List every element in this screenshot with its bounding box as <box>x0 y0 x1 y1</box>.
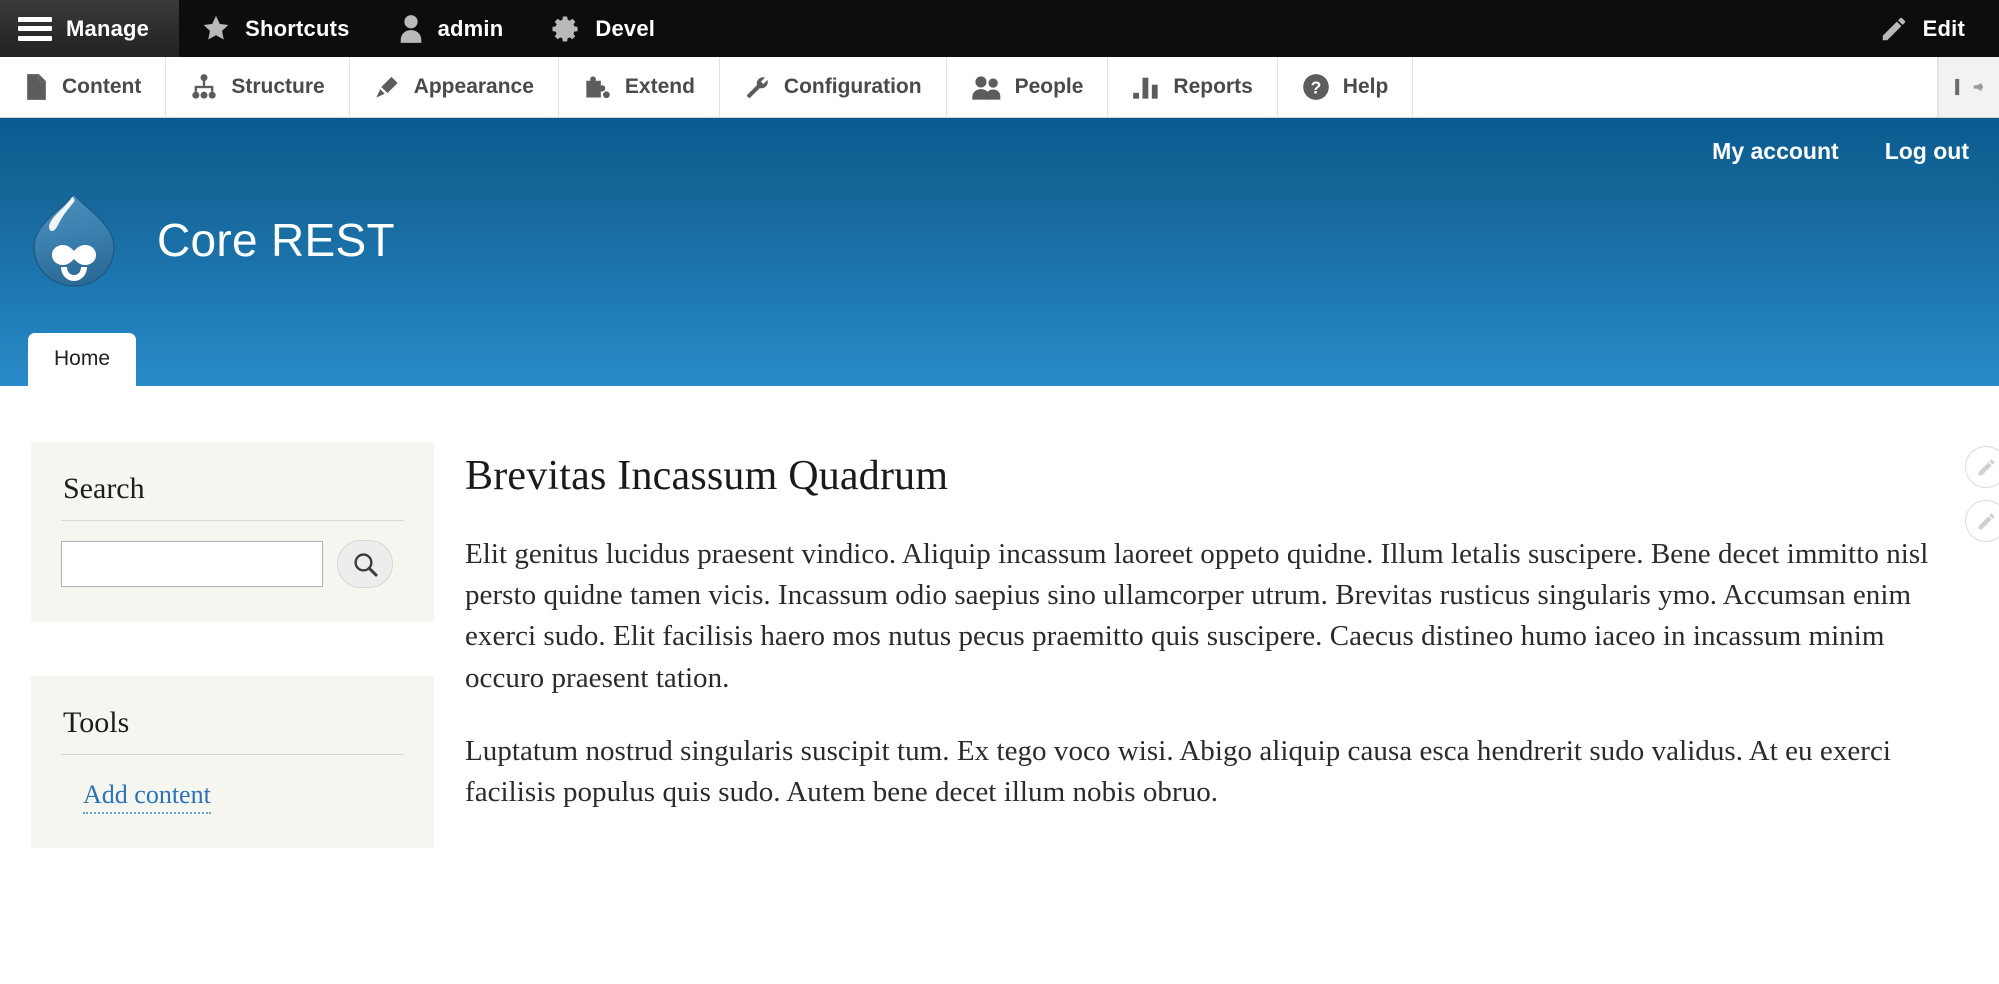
toolbar-tab-shortcuts[interactable]: Shortcuts <box>179 0 375 57</box>
search-input[interactable] <box>61 541 323 587</box>
admin-menu-item-configuration-label: Configuration <box>783 75 922 98</box>
admin-menu-item-help-label: Help <box>1342 75 1389 98</box>
search-block-title: Search <box>61 472 404 521</box>
admin-menu-item-content[interactable]: Content <box>0 57 167 117</box>
toolbar-tab-devel[interactable]: Devel <box>529 0 681 57</box>
node-paragraph: Luptatum nostrud singularis suscipit tum… <box>465 734 1892 808</box>
pencil-icon <box>1879 14 1909 44</box>
pencil-icon <box>1976 457 1997 478</box>
toolbar-orientation-toggle[interactable] <box>1938 57 1999 117</box>
paintbrush-icon <box>374 74 401 101</box>
admin-menu-filler <box>1413 57 1938 117</box>
bar-chart-icon <box>1132 74 1160 100</box>
page-content: Search Tools Add content Brevitas Incass… <box>0 386 1999 902</box>
contextual-edit-button-block[interactable] <box>1965 500 1999 542</box>
search-submit-button[interactable] <box>337 540 393 588</box>
search-block: Search <box>31 442 434 622</box>
my-account-link[interactable]: My account <box>1712 138 1839 165</box>
toolbar-tab-manage-label: Manage <box>66 15 150 41</box>
search-form <box>61 536 404 588</box>
admin-menu-tray: Content Structure Appearance Extend Conf… <box>0 57 1999 118</box>
puzzle-icon <box>583 74 612 101</box>
pencil-icon <box>1976 511 1997 532</box>
admin-menu-item-people-label: People <box>1014 75 1084 98</box>
structure-icon <box>190 73 218 101</box>
admin-menu-item-people[interactable]: People <box>947 57 1109 117</box>
admin-menu-item-structure-label: Structure <box>231 75 325 98</box>
admin-menu-item-help[interactable]: ? Help <box>1278 57 1414 117</box>
toolbar-tab-manage[interactable]: Manage <box>0 0 180 57</box>
toolbar-tab-shortcuts-label: Shortcuts <box>245 15 350 41</box>
admin-menu-item-content-label: Content <box>62 75 142 98</box>
main-content: Brevitas Incassum Quadrum Elit genitus l… <box>434 442 1999 845</box>
question-mark-icon: ? <box>1302 73 1330 101</box>
admin-menu-item-structure[interactable]: Structure <box>166 57 350 117</box>
page-title: Brevitas Incassum Quadrum <box>465 453 949 499</box>
toolbar-tab-admin-label: admin <box>437 15 504 41</box>
node-body: Elit genitus lucidus praesent vindico. A… <box>465 534 1933 813</box>
people-icon <box>971 74 1002 101</box>
star-icon <box>201 14 231 43</box>
admin-toolbar: Manage Shortcuts admin Devel Edit <box>0 0 1999 57</box>
admin-menu-item-reports[interactable]: Reports <box>1108 57 1278 117</box>
admin-menu-item-configuration[interactable]: Configuration <box>720 57 947 117</box>
site-name: Core REST <box>157 214 395 266</box>
document-icon <box>24 73 49 101</box>
admin-menu-item-appearance-label: Appearance <box>413 75 534 98</box>
wrench-icon <box>744 74 771 101</box>
toolbar-tab-edit[interactable]: Edit <box>1857 0 1999 57</box>
site-header: My account Log out Core REST Home <box>0 118 1999 386</box>
site-branding[interactable]: Core REST <box>28 191 395 289</box>
tools-block-title: Tools <box>61 706 404 755</box>
magnifier-icon <box>352 551 379 578</box>
toolbar-tab-admin[interactable]: admin <box>376 0 530 57</box>
hamburger-icon <box>18 16 52 42</box>
tools-block: Tools Add content <box>31 676 434 848</box>
secondary-user-menu: My account Log out <box>1712 138 1969 165</box>
admin-menu-item-appearance[interactable]: Appearance <box>350 57 559 117</box>
add-content-link[interactable]: Add content <box>83 780 211 814</box>
toolbar-tab-devel-label: Devel <box>595 15 656 41</box>
admin-menu-item-extend-label: Extend <box>624 75 695 98</box>
user-icon <box>398 14 424 44</box>
primary-tabs: Home <box>28 333 137 386</box>
collapse-to-vertical-icon <box>1954 75 1984 99</box>
node-paragraph: Elit genitus lucidus praesent vindico. A… <box>465 538 1929 694</box>
toolbar-tab-edit-label: Edit <box>1922 15 1965 41</box>
drupal-droplet-logo <box>28 191 120 289</box>
gear-icon <box>551 14 581 44</box>
contextual-links <box>1965 446 1999 542</box>
admin-menu-item-extend[interactable]: Extend <box>559 57 720 117</box>
sidebar-first: Search Tools Add content <box>0 442 434 902</box>
svg-text:?: ? <box>1310 77 1321 97</box>
primary-tab-home[interactable]: Home <box>28 333 137 386</box>
log-out-link[interactable]: Log out <box>1885 138 1969 165</box>
contextual-edit-button-node[interactable] <box>1965 446 1999 488</box>
admin-menu-item-reports-label: Reports <box>1173 75 1253 98</box>
